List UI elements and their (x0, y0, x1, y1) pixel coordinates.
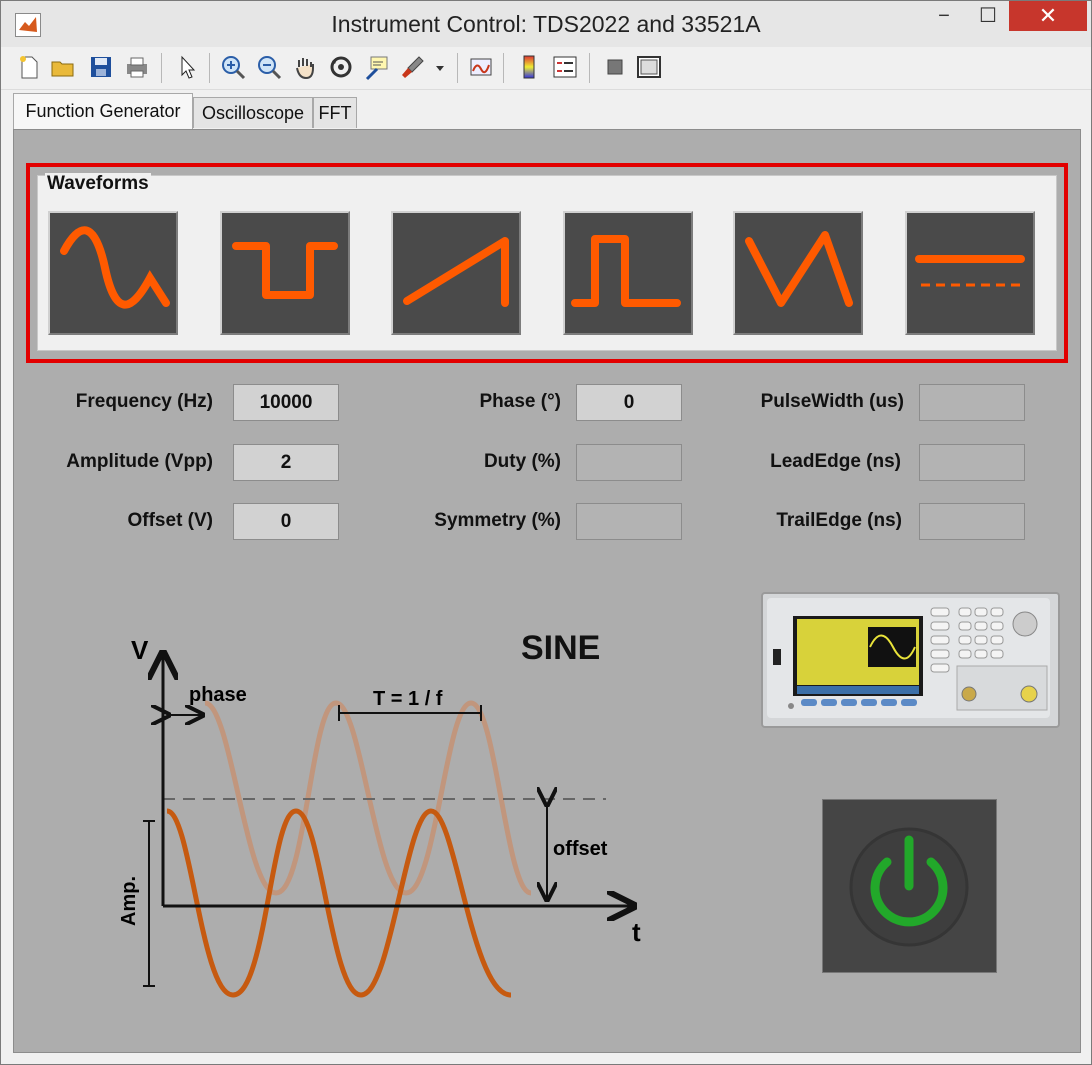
toolbar-separator (457, 53, 458, 83)
ramp-wave-icon (403, 237, 509, 307)
pulsewidth-label: PulseWidth (us) (760, 391, 904, 412)
sine-explanation-diagram: V t phase T = 1 / f offset Amp. (118, 635, 641, 998)
symmetry-label: Symmetry (%) (434, 510, 561, 531)
duty-label: Duty (%) (483, 451, 561, 472)
toolbar-separator (503, 53, 504, 83)
reference-sine-curve (165, 808, 512, 998)
waveforms-group (37, 175, 1057, 351)
save-icon[interactable] (87, 53, 115, 81)
toolbar-separator (161, 53, 162, 83)
pulsewidth-field[interactable] (919, 384, 1025, 421)
leadedge-label: LeadEdge (ns) (770, 451, 901, 472)
phase-annotation: phase (189, 684, 247, 706)
close-button[interactable]: ✕ (1009, 1, 1087, 31)
triangle-wave-icon (745, 231, 853, 307)
toolbar-separator (209, 53, 210, 83)
rotate-3d-icon[interactable] (327, 53, 355, 81)
agilent-33521a-device-image (761, 592, 1060, 728)
tab-fft[interactable]: FFT (313, 97, 357, 128)
brush-icon[interactable] (399, 53, 427, 81)
square-wave-button[interactable] (220, 211, 350, 335)
pan-hand-icon[interactable] (291, 53, 319, 81)
zoom-out-icon[interactable] (255, 53, 283, 81)
amplitude-bracket (143, 820, 155, 987)
amplitude-field[interactable]: 2 (233, 444, 339, 481)
v-axis-label: V (131, 635, 149, 665)
dc-wave-button[interactable] (905, 211, 1035, 335)
show-plot-tools-icon[interactable] (635, 53, 663, 81)
t-axis-label: t (632, 917, 641, 947)
link-plot-icon[interactable] (467, 53, 495, 81)
frequency-label: Frequency (Hz) (75, 391, 213, 412)
title-bar: Instrument Control: TDS2022 and 33521A −… (1, 1, 1091, 47)
app-window: Instrument Control: TDS2022 and 33521A −… (0, 0, 1092, 1065)
maximize-button[interactable]: ☐ (965, 1, 1011, 31)
ramp-wave-button[interactable] (391, 211, 521, 335)
new-file-icon[interactable] (15, 53, 43, 81)
offset-label: Offset (V) (127, 510, 214, 531)
waveforms-title: Waveforms (45, 173, 151, 195)
minimize-button[interactable]: − (921, 1, 967, 31)
dc-wave-icon (915, 255, 1025, 287)
tab-bar: Function Generator Oscilloscope FFT (1, 91, 1091, 129)
hide-plot-tools-icon[interactable] (601, 53, 629, 81)
amplitude-label: Amplitude (Vpp) (66, 451, 213, 472)
sine-wave-button[interactable] (48, 211, 178, 335)
open-folder-icon[interactable] (49, 53, 77, 81)
zoom-in-icon[interactable] (219, 53, 247, 81)
leadedge-field[interactable] (919, 444, 1025, 481)
chevron-down-icon[interactable] (431, 53, 449, 81)
phase-field[interactable]: 0 (576, 384, 682, 421)
pulse-wave-icon (571, 235, 681, 307)
toolbar-separator (589, 53, 590, 83)
print-icon[interactable] (123, 53, 151, 81)
data-cursor-icon[interactable] (363, 53, 391, 81)
amplitude-annotation: Amp. (118, 876, 140, 926)
legend-icon[interactable] (551, 53, 579, 81)
colorbar-icon[interactable] (515, 53, 543, 81)
power-icon (849, 827, 969, 947)
offset-annotation: offset (553, 838, 608, 860)
offset-field[interactable]: 0 (233, 503, 339, 540)
power-toggle-button[interactable] (822, 799, 997, 973)
trailedge-field[interactable] (919, 503, 1025, 540)
pulse-wave-button[interactable] (563, 211, 693, 335)
duty-field[interactable] (576, 444, 682, 481)
symmetry-field[interactable] (576, 503, 682, 540)
phase-label: Phase (°) (479, 391, 561, 412)
tab-function-generator[interactable]: Function Generator (13, 93, 193, 129)
square-wave-icon (232, 242, 338, 299)
trailedge-label: TrailEdge (ns) (776, 510, 902, 531)
tab-oscilloscope[interactable]: Oscilloscope (193, 97, 313, 128)
pointer-icon[interactable] (173, 53, 201, 81)
sine-wave-icon (60, 226, 170, 309)
frequency-field[interactable]: 10000 (233, 384, 339, 421)
triangle-wave-button[interactable] (733, 211, 863, 335)
toolbar (1, 47, 1091, 90)
period-annotation: T = 1 / f (373, 688, 443, 710)
